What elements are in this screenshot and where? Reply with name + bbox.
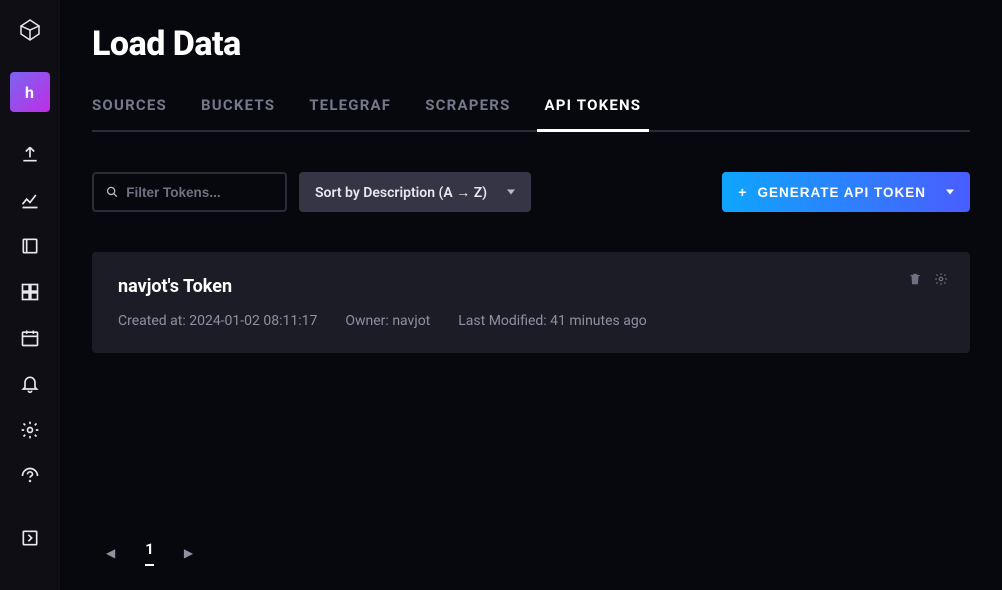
tab-api-tokens[interactable]: API TOKENS [545, 96, 642, 130]
calendar-icon[interactable] [10, 318, 50, 358]
bell-icon[interactable] [10, 364, 50, 404]
page-title: Load Data [92, 24, 970, 64]
page-current[interactable]: 1 [145, 540, 154, 566]
tabs: SOURCES BUCKETS TELEGRAF SCRAPERS API TO… [92, 96, 970, 132]
token-actions [908, 272, 948, 286]
pagination: ◀ 1 ▶ [92, 516, 970, 590]
trash-icon[interactable] [908, 272, 922, 286]
sidebar-item-home[interactable]: h [10, 72, 50, 112]
token-meta: Created at: 2024-01-02 08:11:17 Owner: n… [118, 313, 944, 329]
token-created: Created at: 2024-01-02 08:11:17 [118, 313, 317, 329]
token-title: navjot's Token [118, 276, 944, 297]
chart-icon[interactable] [10, 180, 50, 220]
controls-row: Sort by Description (A → Z) + GENERATE A… [92, 172, 970, 212]
plus-icon: + [738, 184, 747, 200]
tab-scrapers[interactable]: SCRAPERS [425, 96, 510, 130]
tab-buckets[interactable]: BUCKETS [201, 96, 275, 130]
generate-button-label: GENERATE API TOKEN [757, 185, 926, 200]
upload-icon[interactable] [10, 134, 50, 174]
filter-input[interactable] [126, 185, 273, 200]
collapse-icon[interactable] [10, 518, 50, 558]
filter-input-wrap[interactable] [92, 172, 287, 212]
sort-label: Sort by Description (A → Z) [315, 184, 487, 201]
sort-select[interactable]: Sort by Description (A → Z) [299, 172, 531, 212]
help-icon[interactable] [10, 456, 50, 496]
page-prev[interactable]: ◀ [106, 546, 115, 560]
token-owner: Owner: navjot [345, 313, 430, 329]
gear-icon[interactable] [10, 410, 50, 450]
token-card[interactable]: navjot's Token Created at: 2024-01-02 08… [92, 252, 970, 353]
main-content: Load Data SOURCES BUCKETS TELEGRAF SCRAP… [60, 0, 1002, 590]
sidebar: h [0, 0, 60, 590]
dashboard-icon[interactable] [10, 272, 50, 312]
tab-sources[interactable]: SOURCES [92, 96, 167, 130]
gear-icon[interactable] [934, 272, 948, 286]
logo-icon[interactable] [10, 10, 50, 50]
search-icon [106, 185, 118, 199]
token-modified: Last Modified: 41 minutes ago [458, 313, 646, 329]
sidebar-active-label: h [25, 83, 34, 102]
generate-api-token-button[interactable]: + GENERATE API TOKEN [722, 172, 970, 212]
page-next[interactable]: ▶ [184, 546, 193, 560]
tab-telegraf[interactable]: TELEGRAF [309, 96, 391, 130]
book-icon[interactable] [10, 226, 50, 266]
